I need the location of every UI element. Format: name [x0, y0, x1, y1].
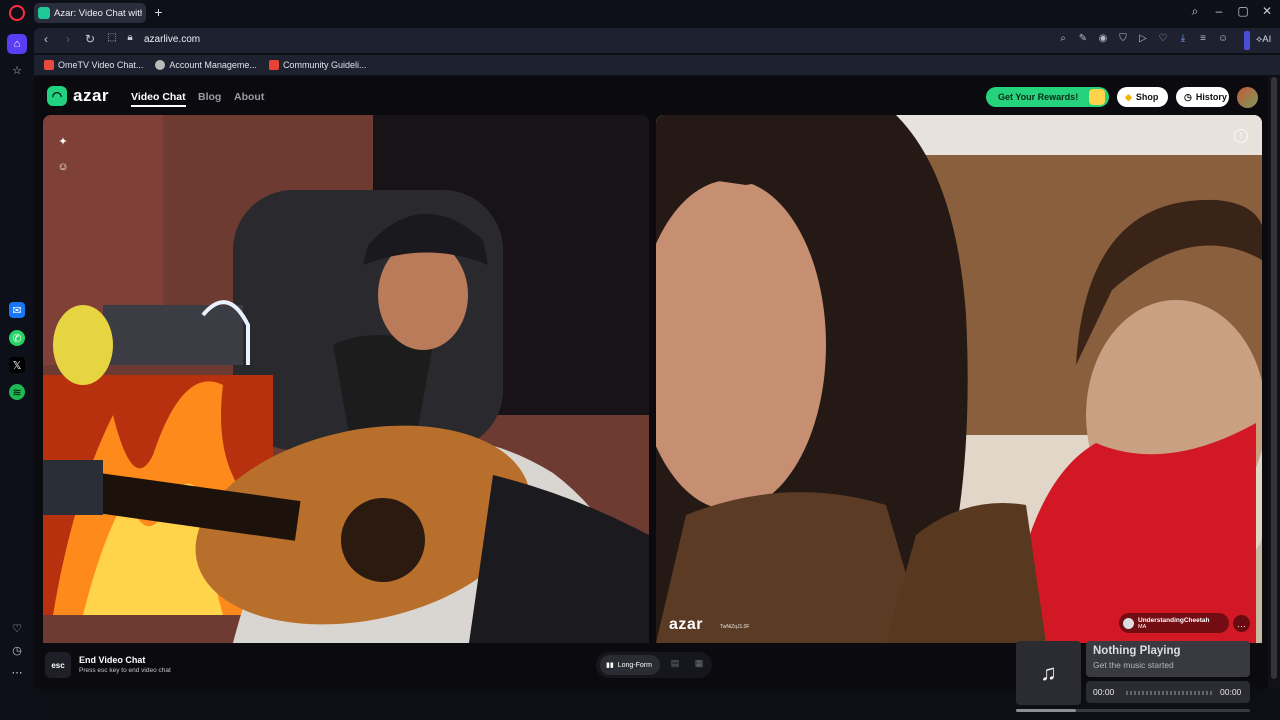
rewards-label: Get Your Rewards!	[998, 92, 1079, 102]
nav-about[interactable]: About	[234, 91, 264, 103]
bookmark-community-guidelines[interactable]: Community Guideli...	[268, 60, 367, 70]
sidebar-toggle-icon[interactable]	[1244, 31, 1250, 50]
bookmark-ometv[interactable]: OmeTV Video Chat...	[44, 60, 143, 70]
gift-icon	[1089, 89, 1105, 105]
layout-label: Long-Form	[617, 661, 652, 669]
local-video: ✦ ☺	[43, 115, 649, 643]
edit-icon[interactable]: ✎	[1076, 33, 1090, 44]
ai-label: AI	[1262, 34, 1272, 45]
music-progress-bar[interactable]	[1016, 709, 1250, 712]
shop-label: Shop	[1135, 92, 1159, 102]
spotify-icon[interactable]: ≋	[9, 384, 25, 400]
gem-icon: ◆	[1125, 91, 1132, 102]
music-note-icon[interactable]: ♫	[1016, 641, 1081, 705]
whatsapp-icon[interactable]: ✆	[9, 330, 25, 346]
azar-watermark: azar	[669, 616, 704, 633]
bookmark-label: OmeTV Video Chat...	[58, 60, 144, 70]
layout-long-form-button[interactable]: ▮▮ Long-Form	[600, 655, 660, 675]
now-playing-subtitle: Get the music started	[1093, 660, 1174, 670]
azar-logo[interactable]: ◠ azar	[47, 86, 109, 106]
bookmarks-bar: OmeTV Video Chat... Account Manageme... …	[34, 55, 1280, 75]
end-chat-title: End Video Chat	[79, 655, 146, 665]
sticker-face-icon[interactable]: ☺	[54, 158, 72, 176]
clock-icon: ◷	[1184, 91, 1192, 102]
ai-button[interactable]: ⟡AI	[1256, 34, 1271, 45]
play-icon[interactable]: ▷	[1136, 33, 1150, 44]
remote-country: MA	[1138, 623, 1147, 630]
menu-icon[interactable]: ≡	[1196, 33, 1210, 44]
gmail-favicon-icon	[268, 60, 279, 70]
chat-bubble-icon[interactable]: …	[1233, 615, 1250, 632]
search-icon[interactable]: ⌕	[1056, 33, 1070, 44]
page-scrollbar[interactable]	[1268, 77, 1280, 689]
remote-video-feed	[656, 115, 1262, 643]
opera-logo-icon[interactable]	[9, 5, 25, 21]
browser-tab[interactable]: Azar: Video Chat with Ne	[34, 3, 146, 23]
get-rewards-button[interactable]: Get Your Rewards!	[986, 87, 1109, 107]
history-button[interactable]: ◷ History	[1176, 87, 1229, 107]
history-label: History	[1195, 92, 1227, 102]
watermark-code: TwNiZqJ1.0F	[720, 624, 750, 630]
shield-icon[interactable]: ⛉	[1116, 33, 1130, 44]
layout-grid-button[interactable]: ▦	[692, 658, 706, 672]
remote-username: UnderstandingCheetah	[1138, 616, 1210, 624]
forward-button[interactable]: ›	[60, 32, 76, 46]
bookmark-label: Account Manageme...	[169, 60, 257, 70]
bookmark-account-management[interactable]: Account Manageme...	[155, 60, 257, 70]
account-favicon-icon	[155, 60, 166, 70]
minimize-button[interactable]: –	[1209, 4, 1229, 18]
snapshot-icon[interactable]: ⬚	[104, 32, 120, 43]
new-tab-button[interactable]: +	[151, 5, 166, 20]
now-playing-title: Nothing Playing	[1093, 645, 1181, 657]
scrollbar-thumb[interactable]	[1271, 77, 1277, 679]
remote-user-chip[interactable]: UnderstandingCheetah MA	[1119, 613, 1229, 633]
user-avatar[interactable]	[1237, 87, 1258, 108]
split-layout-icon: ▮▮	[606, 662, 614, 669]
download-icon[interactable]: ⤓	[1176, 33, 1190, 44]
nav-blog[interactable]: Blog	[198, 91, 221, 103]
layout-stacked-button[interactable]: ▤	[668, 658, 682, 672]
time-total: 00:00	[1220, 687, 1242, 697]
nav-video-chat[interactable]: Video Chat	[131, 91, 186, 107]
remote-video: !	[656, 115, 1262, 643]
address-bar-row: ‹ › ↻ ⬚ 🔒︎ azarlive.com ⌕ ✎ ◉ ⛉ ▷ ♡ ⤓ ≡ …	[34, 28, 1280, 53]
azar-logo-icon: ◠	[47, 86, 67, 106]
ometv-favicon-icon	[44, 60, 54, 70]
maximize-button[interactable]: ▢	[1233, 4, 1253, 18]
reload-button[interactable]: ↻	[82, 32, 98, 46]
local-video-feed	[43, 115, 649, 643]
info-icon[interactable]: !	[1234, 129, 1248, 143]
back-button[interactable]: ‹	[38, 32, 54, 46]
remote-avatar	[1123, 617, 1134, 629]
star-icon[interactable]: ☆	[7, 60, 27, 80]
lock-icon: 🔒︎	[127, 32, 133, 43]
camera-icon[interactable]: ◉	[1096, 33, 1110, 44]
shop-button[interactable]: ◆ Shop	[1117, 87, 1168, 107]
browser-tab-bar: Azar: Video Chat with Ne + ⌕ – ▢ ✕	[0, 0, 1280, 26]
end-chat-hint: Press esc key to end video chat	[79, 667, 171, 674]
effects-sparkle-icon[interactable]: ✦	[54, 132, 72, 150]
tab-search-icon[interactable]: ⌕	[1185, 4, 1205, 19]
messenger-icon[interactable]: ✉	[9, 302, 25, 318]
bookmark-label: Community Guideli...	[282, 60, 367, 70]
home-icon[interactable]: ⌂	[7, 34, 27, 54]
time-current: 00:00	[1093, 687, 1115, 697]
progress-fill	[1016, 709, 1076, 712]
close-window-button[interactable]: ✕	[1257, 4, 1277, 18]
x-twitter-icon[interactable]: 𝕏	[9, 357, 25, 373]
more-options-icon[interactable]: ⋯	[7, 662, 27, 682]
azar-favicon-icon	[38, 7, 50, 19]
heart-icon[interactable]: ♡	[7, 618, 27, 638]
history-clock-icon[interactable]: ◷	[7, 640, 27, 660]
music-seek-bar[interactable]	[1126, 691, 1212, 695]
browser-sidebar: ⌂ ☆ ✉ ✆ 𝕏 ≋ ♡ ◷ ⋯	[0, 26, 34, 720]
end-chat-esc-button[interactable]: esc	[45, 652, 71, 678]
profile-icon[interactable]: ☺	[1216, 33, 1230, 44]
heart-bookmark-icon[interactable]: ♡	[1156, 33, 1170, 44]
url-text[interactable]: azarlive.com	[144, 34, 200, 45]
logo-text: azar	[73, 86, 110, 105]
tab-title: Azar: Video Chat with Ne	[54, 7, 142, 19]
